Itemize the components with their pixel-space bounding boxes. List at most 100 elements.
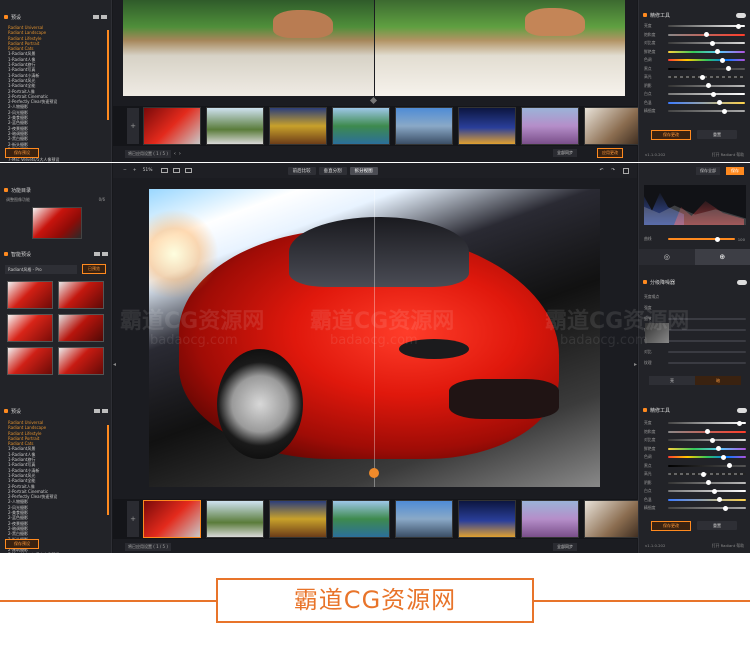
smart-preset-thumb[interactable] [58,281,104,309]
slider-track[interactable] [668,32,745,38]
denoise-toggle[interactable]: 亮 暗 [649,376,741,385]
slider-knob[interactable] [715,446,721,452]
thumbnail-flowers[interactable] [521,500,579,538]
save-preset-button[interactable]: 保存预设 [5,148,39,158]
scrollbar[interactable] [107,30,109,120]
adjust-slider[interactable]: 色调 [639,453,750,462]
thumbnail-car[interactable] [143,107,201,145]
slider-knob[interactable] [704,429,710,435]
view-toggle-icons[interactable] [94,252,108,256]
slider-knob[interactable] [709,40,715,46]
slider-track[interactable] [668,108,745,114]
slider-knob[interactable] [714,49,720,55]
help-link[interactable]: 打开 Radiant 帮助 [712,152,744,158]
preset-section-header[interactable]: 预设 [0,404,112,418]
slider-track[interactable] [668,437,746,443]
slider-track[interactable] [668,505,746,511]
next-icon[interactable]: › [179,151,181,157]
thumbnail-field[interactable] [269,107,327,145]
slider-track[interactable] [668,23,745,29]
adjust-slider[interactable]: 高光 [639,73,750,82]
slider-knob[interactable] [711,91,717,97]
fullscreen-icon[interactable] [623,167,629,174]
tab-before-after[interactable]: 前后比较 [287,166,316,175]
slider-knob[interactable] [720,57,726,63]
denoise-slider[interactable]: 亮度噪点 [639,291,750,302]
split-handle[interactable] [369,96,378,105]
slider-knob[interactable] [736,420,742,426]
slider-track[interactable] [668,328,746,331]
apply-button[interactable]: 保存更改 [651,521,691,531]
save-button[interactable]: 保存 [726,167,744,175]
save-preset-button[interactable]: 保存预设 [5,539,39,549]
adjust-slider[interactable]: 亮度 [639,419,750,428]
slider-track[interactable] [668,488,746,494]
fit-icon[interactable] [160,168,168,173]
zoom-level[interactable]: 51% [143,168,153,173]
smart-preset-thumb[interactable] [58,347,104,375]
filmstrip[interactable] [113,499,642,539]
adjust-slider[interactable]: 阴影 [639,479,750,488]
slider-knob[interactable] [700,471,706,477]
slider-knob[interactable] [725,66,731,72]
thumbnail-car[interactable] [143,500,201,538]
reset-button[interactable]: 重置 [697,130,737,139]
adjust-slider[interactable]: 色温 [639,496,750,505]
curve-track[interactable] [668,236,735,242]
slider-knob[interactable] [717,497,723,503]
slider-track[interactable] [668,317,746,320]
adjust-slider[interactable]: 精细度 [639,107,750,116]
undo-icon[interactable]: ↶ [599,168,603,173]
slider-track[interactable] [668,454,746,460]
feature-preview-image[interactable] [32,207,82,239]
thumbnail-night[interactable] [458,500,516,538]
apply-button[interactable]: 保存更改 [651,130,691,140]
thumbnail-lake[interactable] [332,107,390,145]
toggle-switch[interactable] [737,279,747,285]
adjust-slider[interactable]: 对比度 [639,39,750,48]
filmstrip[interactable] [113,106,642,146]
slider-knob[interactable] [705,83,711,89]
redo-icon[interactable]: ↷ [611,168,615,173]
filmstrip-prev-button[interactable]: + [127,501,139,537]
adjust-slider[interactable]: 鲜艳度 [639,48,750,57]
adjust-slider[interactable]: 色调 [639,56,750,65]
toggle-light[interactable]: 亮 [649,376,695,385]
slider-track[interactable] [668,350,746,353]
slider-knob[interactable] [710,437,716,443]
toggle-switch[interactable] [737,407,747,413]
prev-icon[interactable]: ‹ [174,151,176,157]
adjust-slider[interactable]: 饱和度 [639,428,750,437]
slider-track[interactable] [668,66,745,72]
view-toggle-icons[interactable] [93,15,107,19]
thumbnail-flowers[interactable] [521,107,579,145]
slider-knob[interactable] [735,23,741,29]
feature-section-header[interactable]: 功能目录 [0,183,111,197]
slider-knob[interactable] [706,480,712,486]
slider-track[interactable] [668,429,746,435]
slider-track[interactable] [668,463,746,469]
slider-knob[interactable] [722,505,728,511]
slider-knob[interactable] [721,454,727,460]
thumbnail-city[interactable] [395,500,453,538]
slider-knob[interactable] [704,32,710,38]
slider-knob[interactable] [700,74,706,80]
apply-all-button[interactable]: 全部同步 [553,543,577,551]
slider-knob[interactable] [721,108,727,114]
view-toggle-icons[interactable] [94,409,108,413]
scrollbar[interactable] [107,425,109,515]
done-button[interactable]: 应用更改 [597,148,623,158]
preset-item[interactable]: 7-Msc Velvets/5大人像预设 [8,157,107,162]
preset-item[interactable]: 7-Msc Velvets/5大人像预设 [8,552,108,553]
split-line[interactable] [374,189,375,487]
thumbnail-field[interactable] [269,500,327,538]
slider-track[interactable] [668,83,745,89]
slider-track[interactable] [668,446,746,452]
smart-apply-button[interactable]: 已预览 [82,264,106,274]
smart-preset-select[interactable]: Radiant风格 - Pro [5,265,77,274]
thumbnail-house[interactable] [206,107,264,145]
thumbnail-city[interactable] [395,107,453,145]
thumbnail-night[interactable] [458,107,516,145]
thumbnail-portrait[interactable] [584,500,642,538]
thumbnail-portrait[interactable] [584,107,642,145]
